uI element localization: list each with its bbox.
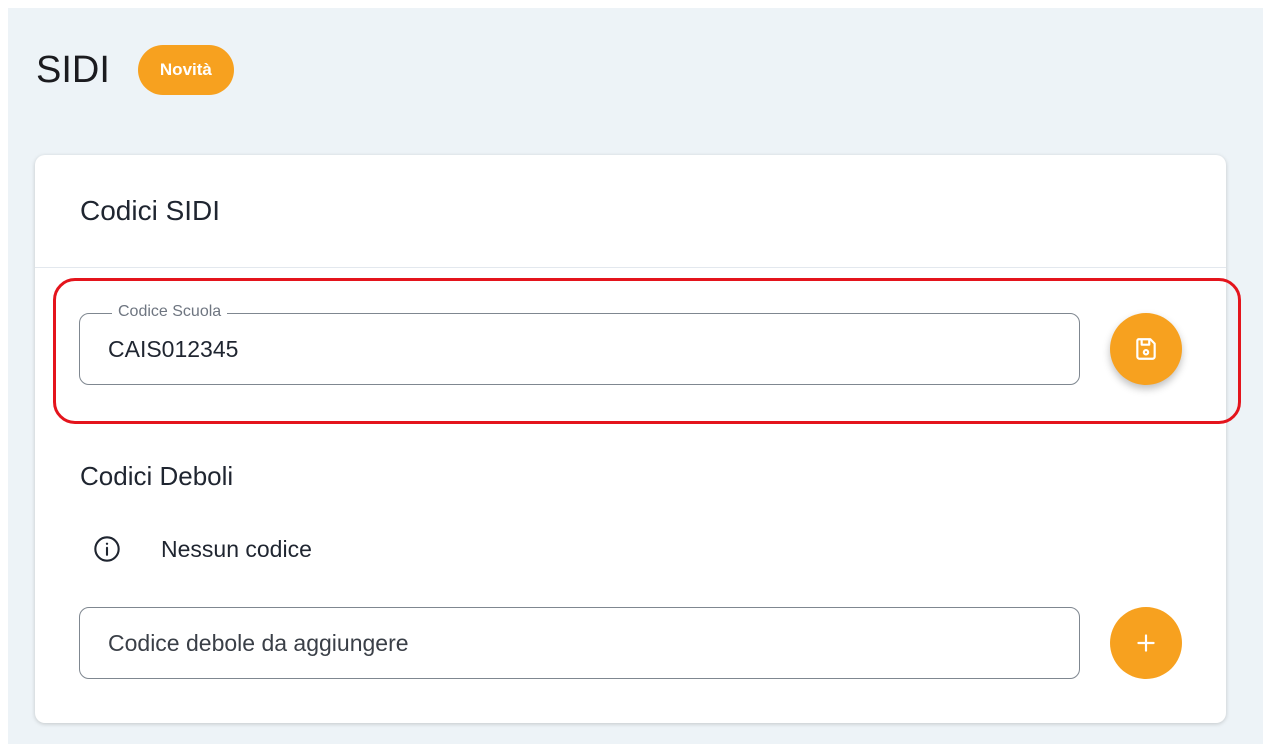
card-title: Codici SIDI [80,195,221,226]
page-header: SIDI Novità [36,45,234,95]
sidi-codes-card: Codici SIDI Codice Scuola Codici Deboli … [35,155,1226,723]
school-code-field[interactable]: Codice Scuola [79,303,1080,385]
floppy-disk-icon [1136,338,1156,360]
new-badge: Novità [137,45,234,95]
weak-code-field[interactable] [79,607,1080,679]
add-weak-code-button[interactable] [1110,607,1182,679]
info-circle-icon [94,536,120,562]
weak-code-input[interactable] [108,608,1059,678]
save-button[interactable] [1110,313,1182,385]
page-title: SIDI [36,49,110,91]
plus-icon [1137,634,1155,652]
card-divider [35,267,1226,268]
empty-codes-text: Nessun codice [161,535,312,562]
empty-codes-message: Nessun codice [93,535,312,563]
school-code-input[interactable] [108,314,1059,384]
weak-codes-title: Codici Deboli [80,461,234,491]
